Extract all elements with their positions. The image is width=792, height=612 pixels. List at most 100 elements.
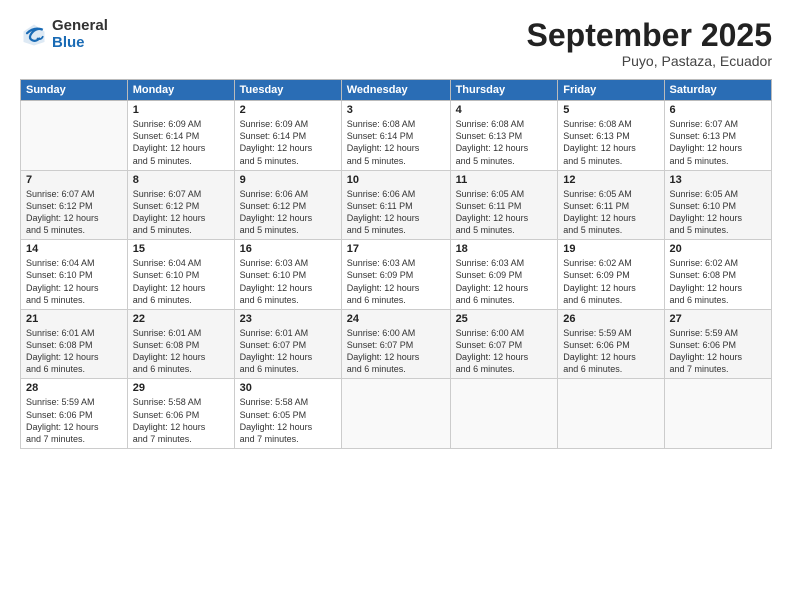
col-saturday: Saturday — [664, 80, 772, 101]
day-number: 19 — [563, 243, 658, 255]
day-number: 21 — [26, 313, 122, 325]
day-info: Sunrise: 6:00 AM Sunset: 6:07 PM Dayligh… — [347, 327, 445, 376]
day-info: Sunrise: 6:00 AM Sunset: 6:07 PM Dayligh… — [456, 327, 553, 376]
calendar-cell: 14 Sunrise: 6:04 AM Sunset: 6:10 PM Dayli… — [21, 240, 128, 310]
calendar-cell: 26 Sunrise: 5:59 AM Sunset: 6:06 PM Dayli… — [558, 309, 664, 379]
day-number: 2 — [240, 104, 336, 116]
calendar-subtitle: Puyo, Pastaza, Ecuador — [527, 53, 772, 69]
day-number: 23 — [240, 313, 336, 325]
day-number: 28 — [26, 382, 122, 394]
day-info: Sunrise: 6:04 AM Sunset: 6:10 PM Dayligh… — [26, 257, 122, 306]
day-info: Sunrise: 6:07 AM Sunset: 6:13 PM Dayligh… — [670, 118, 767, 167]
calendar-cell: 28 Sunrise: 5:59 AM Sunset: 6:06 PM Dayli… — [21, 379, 128, 449]
day-info: Sunrise: 6:08 AM Sunset: 6:14 PM Dayligh… — [347, 118, 445, 167]
calendar-week-2: 14 Sunrise: 6:04 AM Sunset: 6:10 PM Dayli… — [21, 240, 772, 310]
logo-text: General Blue — [52, 18, 108, 51]
day-info: Sunrise: 6:05 AM Sunset: 6:10 PM Dayligh… — [670, 188, 767, 237]
day-number: 13 — [670, 174, 767, 186]
day-number: 17 — [347, 243, 445, 255]
day-info: Sunrise: 6:01 AM Sunset: 6:08 PM Dayligh… — [26, 327, 122, 376]
calendar-cell: 10 Sunrise: 6:06 AM Sunset: 6:11 PM Dayli… — [341, 170, 450, 240]
day-info: Sunrise: 5:59 AM Sunset: 6:06 PM Dayligh… — [563, 327, 658, 376]
day-info: Sunrise: 6:03 AM Sunset: 6:09 PM Dayligh… — [347, 257, 445, 306]
day-info: Sunrise: 6:06 AM Sunset: 6:12 PM Dayligh… — [240, 188, 336, 237]
calendar-cell: 23 Sunrise: 6:01 AM Sunset: 6:07 PM Dayli… — [234, 309, 341, 379]
calendar-cell: 2Sunrise: 6:09 AM Sunset: 6:14 PM Daylig… — [234, 101, 341, 171]
day-info: Sunrise: 6:03 AM Sunset: 6:09 PM Dayligh… — [456, 257, 553, 306]
logo-blue-text: Blue — [52, 35, 108, 52]
day-number: 15 — [133, 243, 229, 255]
calendar-cell: 21 Sunrise: 6:01 AM Sunset: 6:08 PM Dayli… — [21, 309, 128, 379]
day-number: 20 — [670, 243, 767, 255]
calendar-cell: 15 Sunrise: 6:04 AM Sunset: 6:10 PM Dayli… — [127, 240, 234, 310]
day-number: 10 — [347, 174, 445, 186]
day-number: 8 — [133, 174, 229, 186]
calendar-cell: 8 Sunrise: 6:07 AM Sunset: 6:12 PM Daylig… — [127, 170, 234, 240]
day-info: Sunrise: 6:08 AM Sunset: 6:13 PM Dayligh… — [563, 118, 658, 167]
day-number: 6 — [670, 104, 767, 116]
day-number: 26 — [563, 313, 658, 325]
calendar-cell: 3 Sunrise: 6:08 AM Sunset: 6:14 PM Daylig… — [341, 101, 450, 171]
calendar-week-1: 7Sunrise: 6:07 AM Sunset: 6:12 PM Daylig… — [21, 170, 772, 240]
day-info: Sunrise: 5:59 AM Sunset: 6:06 PM Dayligh… — [670, 327, 767, 376]
calendar-week-4: 28 Sunrise: 5:59 AM Sunset: 6:06 PM Dayli… — [21, 379, 772, 449]
day-info: Sunrise: 6:06 AM Sunset: 6:11 PM Dayligh… — [347, 188, 445, 237]
header: General Blue September 2025 Puyo, Pastaz… — [20, 18, 772, 69]
calendar-cell: 6 Sunrise: 6:07 AM Sunset: 6:13 PM Daylig… — [664, 101, 772, 171]
day-info: Sunrise: 6:07 AM Sunset: 6:12 PM Dayligh… — [133, 188, 229, 237]
day-info: Sunrise: 6:01 AM Sunset: 6:08 PM Dayligh… — [133, 327, 229, 376]
day-number: 12 — [563, 174, 658, 186]
title-block: September 2025 Puyo, Pastaza, Ecuador — [527, 18, 772, 69]
calendar-cell: 9 Sunrise: 6:06 AM Sunset: 6:12 PM Daylig… — [234, 170, 341, 240]
day-info: Sunrise: 5:58 AM Sunset: 6:05 PM Dayligh… — [240, 396, 336, 445]
day-info: Sunrise: 5:59 AM Sunset: 6:06 PM Dayligh… — [26, 396, 122, 445]
calendar-cell: 27 Sunrise: 5:59 AM Sunset: 6:06 PM Dayli… — [664, 309, 772, 379]
page: General Blue September 2025 Puyo, Pastaz… — [0, 0, 792, 612]
day-info: Sunrise: 6:02 AM Sunset: 6:09 PM Dayligh… — [563, 257, 658, 306]
day-number: 25 — [456, 313, 553, 325]
calendar-week-0: 1 Sunrise: 6:09 AM Sunset: 6:14 PM Daylig… — [21, 101, 772, 171]
day-info: Sunrise: 6:02 AM Sunset: 6:08 PM Dayligh… — [670, 257, 767, 306]
day-number: 29 — [133, 382, 229, 394]
day-number: 14 — [26, 243, 122, 255]
day-number: 1 — [133, 104, 229, 116]
day-info: Sunrise: 6:04 AM Sunset: 6:10 PM Dayligh… — [133, 257, 229, 306]
calendar-cell: 16Sunrise: 6:03 AM Sunset: 6:10 PM Dayli… — [234, 240, 341, 310]
day-number: 30 — [240, 382, 336, 394]
day-info: Sunrise: 6:09 AM Sunset: 6:14 PM Dayligh… — [133, 118, 229, 167]
col-sunday: Sunday — [21, 80, 128, 101]
logo-general-text: General — [52, 18, 108, 35]
calendar-header-row: Sunday Monday Tuesday Wednesday Thursday… — [21, 80, 772, 101]
calendar-cell: 24 Sunrise: 6:00 AM Sunset: 6:07 PM Dayli… — [341, 309, 450, 379]
day-info: Sunrise: 5:58 AM Sunset: 6:06 PM Dayligh… — [133, 396, 229, 445]
calendar-cell: 25 Sunrise: 6:00 AM Sunset: 6:07 PM Dayli… — [450, 309, 558, 379]
day-info: Sunrise: 6:01 AM Sunset: 6:07 PM Dayligh… — [240, 327, 336, 376]
day-info: Sunrise: 6:05 AM Sunset: 6:11 PM Dayligh… — [456, 188, 553, 237]
day-number: 11 — [456, 174, 553, 186]
calendar-cell: 7Sunrise: 6:07 AM Sunset: 6:12 PM Daylig… — [21, 170, 128, 240]
calendar-cell: 11 Sunrise: 6:05 AM Sunset: 6:11 PM Dayli… — [450, 170, 558, 240]
col-friday: Friday — [558, 80, 664, 101]
col-wednesday: Wednesday — [341, 80, 450, 101]
calendar-cell — [450, 379, 558, 449]
day-number: 3 — [347, 104, 445, 116]
calendar-cell: 19 Sunrise: 6:02 AM Sunset: 6:09 PM Dayli… — [558, 240, 664, 310]
day-number: 4 — [456, 104, 553, 116]
calendar-cell — [341, 379, 450, 449]
calendar-cell: 5Sunrise: 6:08 AM Sunset: 6:13 PM Daylig… — [558, 101, 664, 171]
calendar-cell: 18 Sunrise: 6:03 AM Sunset: 6:09 PM Dayli… — [450, 240, 558, 310]
day-info: Sunrise: 6:03 AM Sunset: 6:10 PM Dayligh… — [240, 257, 336, 306]
day-number: 9 — [240, 174, 336, 186]
logo: General Blue — [20, 18, 108, 51]
calendar-cell: 12Sunrise: 6:05 AM Sunset: 6:11 PM Dayli… — [558, 170, 664, 240]
day-number: 22 — [133, 313, 229, 325]
day-number: 18 — [456, 243, 553, 255]
calendar-table: Sunday Monday Tuesday Wednesday Thursday… — [20, 79, 772, 449]
calendar-cell: 30 Sunrise: 5:58 AM Sunset: 6:05 PM Dayli… — [234, 379, 341, 449]
day-number: 27 — [670, 313, 767, 325]
calendar-cell — [21, 101, 128, 171]
day-number: 24 — [347, 313, 445, 325]
calendar-cell: 4Sunrise: 6:08 AM Sunset: 6:13 PM Daylig… — [450, 101, 558, 171]
calendar-cell: 29 Sunrise: 5:58 AM Sunset: 6:06 PM Dayli… — [127, 379, 234, 449]
day-info: Sunrise: 6:07 AM Sunset: 6:12 PM Dayligh… — [26, 188, 122, 237]
